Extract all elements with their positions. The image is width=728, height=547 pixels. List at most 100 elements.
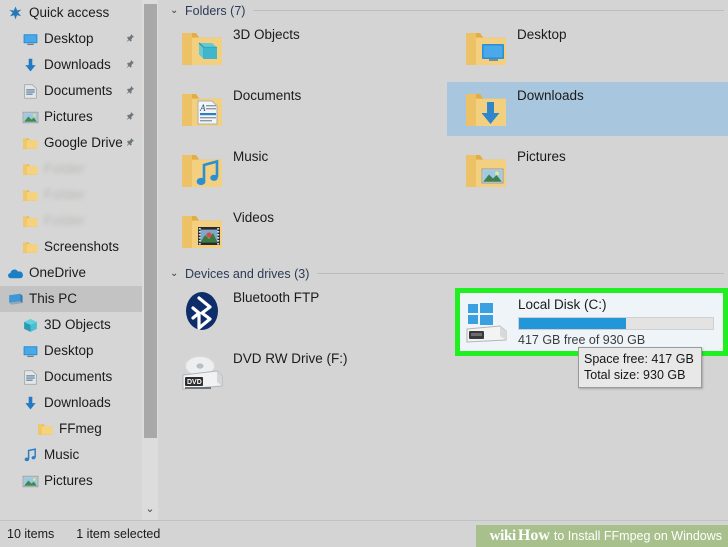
sidebar-item-documents[interactable]: Documents: [0, 78, 142, 104]
sidebar-item-label: Screenshots: [44, 239, 120, 255]
device-tile-label: Bluetooth FTP: [233, 290, 320, 305]
pin-icon[interactable]: [124, 110, 135, 123]
pictures-icon: [22, 109, 39, 126]
sidebar-item-screenshots[interactable]: Screenshots: [0, 234, 142, 260]
sidebar-item-downloads[interactable]: Downloads: [0, 52, 142, 78]
disk-tooltip: Space free: 417 GB Total size: 930 GB: [578, 347, 702, 388]
folder-icon: [22, 135, 39, 152]
sidebar-item-label: Pictures: [44, 109, 93, 125]
folder-icon: [22, 161, 39, 178]
local-disk-tile[interactable]: Local Disk (C:) 417 GB free of 930 GB: [460, 293, 723, 347]
scroll-down-arrow-icon[interactable]: ⌄: [142, 501, 158, 518]
documents-icon: [22, 83, 39, 100]
folders-grid: 3D Objects Desktop A Documents Downloads Musi…: [160, 19, 728, 263]
sidebar-item-label: Downloads: [44, 57, 111, 73]
sidebar-item-label: Folder: [44, 213, 86, 229]
chevron-down-icon[interactable]: ⌄: [170, 5, 183, 16]
sidebar-item-documents[interactable]: Documents: [0, 364, 142, 390]
status-bar: 10 items 1 item selected wiki How to Ins…: [0, 520, 728, 547]
disk-usage-bar-fill: [519, 318, 626, 329]
sidebar-item-label: 3D Objects: [44, 317, 111, 333]
sidebar-scrollbar[interactable]: ⌄: [142, 0, 158, 520]
sidebar-item-label: Quick access: [29, 5, 110, 21]
sidebar-item-label: Desktop: [44, 343, 94, 359]
onedrive-icon: [7, 265, 24, 282]
star-icon: [7, 5, 24, 22]
sidebar-item-google-drive[interactable]: Google Drive: [0, 130, 142, 156]
folder-tile[interactable]: Downloads: [447, 82, 728, 136]
sidebar-item-onedrive[interactable]: OneDrive: [0, 260, 142, 286]
sidebar-item-label: Desktop: [44, 31, 94, 47]
folder-tile[interactable]: Pictures: [452, 143, 724, 197]
sidebar-item-desktop[interactable]: Desktop: [0, 26, 142, 52]
sidebar-item-label: FFmeg: [59, 421, 102, 437]
folder-icon: [22, 187, 39, 204]
tooltip-space-free: Space free: 417 GB: [584, 352, 694, 366]
folder-3dobjects-icon: [179, 25, 225, 71]
sidebar-item-3d-objects[interactable]: 3D Objects: [0, 312, 142, 338]
content-pane[interactable]: ⌄ Folders (7) 3D Objects Desktop A Document…: [160, 0, 728, 520]
pin-icon[interactable]: [124, 58, 135, 71]
folder-tile-label: Pictures: [517, 149, 566, 164]
folder-icon: [22, 213, 39, 230]
sidebar-item-folder[interactable]: Folder: [0, 156, 142, 182]
sidebar-item-label: Documents: [44, 369, 113, 385]
file-explorer-window: Quick access Desktop Downloads Documents Pic…: [0, 0, 728, 547]
pictures-icon: [22, 473, 39, 490]
music-icon: [22, 447, 39, 464]
disk-usage-bar: [518, 317, 714, 330]
3dobjects-icon: [22, 317, 39, 334]
folder-documents-icon: A: [179, 86, 225, 132]
folder-tile[interactable]: A Documents: [168, 82, 440, 136]
folder-tile[interactable]: Videos: [168, 204, 440, 258]
local-disk-capacity: 417 GB free of 930 GB: [518, 333, 646, 347]
watermark-how-text: How: [517, 527, 550, 544]
device-tile[interactable]: Bluetooth FTP: [168, 284, 440, 338]
device-tile[interactable]: DVD DVD RW Drive (F:): [168, 345, 440, 399]
sidebar-item-label: OneDrive: [29, 265, 87, 281]
wikihow-watermark: wiki How to Install FFmpeg on Windows: [475, 525, 728, 547]
devices-section-header[interactable]: ⌄ Devices and drives (3): [160, 265, 728, 282]
dvd-icon: DVD: [179, 349, 225, 395]
sidebar-item-pictures[interactable]: Pictures: [0, 468, 142, 494]
sidebar-item-pictures[interactable]: Pictures: [0, 104, 142, 130]
sidebar-item-desktop[interactable]: Desktop: [0, 338, 142, 364]
sidebar-item-music[interactable]: Music: [0, 442, 142, 468]
folder-tile[interactable]: Music: [168, 143, 440, 197]
watermark-wiki-text: wiki: [489, 527, 517, 544]
chevron-down-icon[interactable]: ⌄: [170, 268, 183, 279]
sidebar-item-folder[interactable]: Folder: [0, 208, 142, 234]
sidebar-item-downloads[interactable]: Downloads: [0, 390, 142, 416]
folder-tile-label: Documents: [233, 88, 302, 103]
sidebar-scrollbar-thumb[interactable]: [144, 4, 157, 438]
pin-icon[interactable]: [124, 84, 135, 97]
section-rule: [253, 10, 724, 11]
sidebar-item-label: Folder: [44, 187, 86, 203]
status-selection: 1 item selected: [76, 527, 161, 541]
navigation-pane[interactable]: Quick access Desktop Downloads Documents Pic…: [0, 0, 142, 520]
sidebar-item-folder[interactable]: Folder: [0, 182, 142, 208]
tooltip-total-size: Total size: 930 GB: [584, 368, 686, 382]
pin-icon[interactable]: [124, 32, 135, 45]
local-disk-name: Local Disk (C:): [518, 297, 607, 312]
folders-section-label: Folders (7): [185, 3, 246, 18]
sidebar-item-ffmeg[interactable]: FFmeg: [0, 416, 142, 442]
local-disk-icon: [462, 298, 510, 346]
folder-tile[interactable]: 3D Objects: [168, 21, 440, 75]
device-tile-label: DVD RW Drive (F:): [233, 351, 348, 366]
sidebar-item-quick-access[interactable]: Quick access: [0, 0, 142, 26]
folder-tile-label: 3D Objects: [233, 27, 300, 42]
folder-downloads-icon: [463, 86, 509, 132]
documents-icon: [22, 369, 39, 386]
folder-tile-label: Videos: [233, 210, 275, 225]
local-disk-highlight-box: Local Disk (C:) 417 GB free of 930 GB: [455, 288, 728, 356]
sidebar-item-this-pc[interactable]: This PC: [0, 286, 142, 312]
folder-music-icon: [179, 147, 225, 193]
pin-icon[interactable]: [124, 136, 135, 149]
status-item-count: 10 items: [7, 527, 55, 541]
sidebar-item-label: Pictures: [44, 473, 93, 489]
folder-icon: [22, 239, 39, 256]
folders-section-header[interactable]: ⌄ Folders (7): [160, 2, 728, 19]
downloads-icon: [22, 57, 39, 74]
folder-tile[interactable]: Desktop: [452, 21, 724, 75]
